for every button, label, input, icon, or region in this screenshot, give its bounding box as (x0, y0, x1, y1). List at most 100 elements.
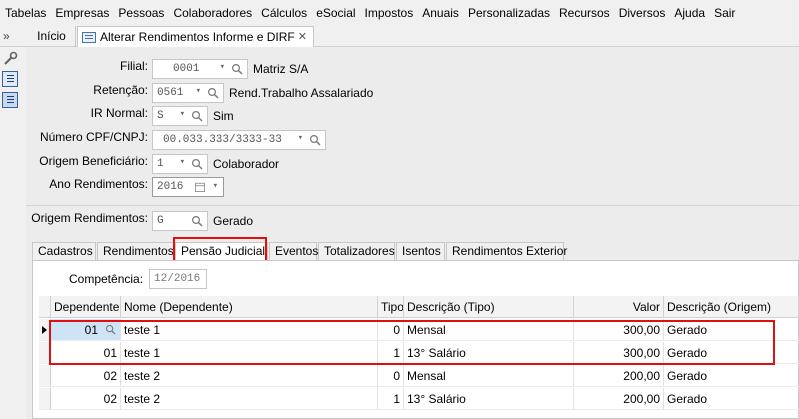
cell-nome[interactable]: teste 2 (121, 365, 378, 387)
menu-recursos[interactable]: Recursos (555, 0, 615, 26)
tab-alterar-rendimentos[interactable]: Alterar Rendimentos Informe e DIRF ✕ (77, 26, 314, 47)
calendar-icon[interactable] (195, 182, 205, 192)
col-header-nome[interactable]: Nome (Dependente) (121, 296, 378, 318)
menu-colaboradores[interactable]: Colaboradores (169, 0, 257, 26)
table-row[interactable]: 02 teste 2 1 13° Salário 200,00 Gerado (39, 388, 799, 410)
ano-rendimentos-value: 2016 (157, 181, 184, 193)
competencia-field[interactable]: 12/2016 (149, 269, 208, 289)
cell-tipo[interactable]: 1 (378, 342, 404, 364)
tab-rendimentos[interactable]: Rendimentos (97, 242, 174, 260)
menu-impostos[interactable]: Impostos (361, 0, 419, 26)
menu-empresas[interactable]: Empresas (51, 0, 114, 26)
tab-isentos[interactable]: Isentos (396, 242, 445, 260)
col-header-dependente[interactable]: Dependente (51, 296, 121, 318)
row-selector-header (39, 296, 51, 318)
menu-sair[interactable]: Sair (710, 0, 740, 26)
search-icon[interactable] (231, 63, 243, 75)
cell-descricao-tipo[interactable]: Mensal (404, 365, 574, 387)
grid-header-row: Dependente Nome (Dependente) Tipo Descri… (39, 296, 799, 318)
cell-descricao-origem[interactable]: Gerado (664, 388, 799, 410)
menu-calculos[interactable]: Cálculos (257, 0, 312, 26)
cell-tipo[interactable]: 0 (378, 319, 404, 341)
menu-bar: Tabelas Empresas Pessoas Colaboradores C… (0, 0, 799, 26)
list-view-icon[interactable] (2, 71, 18, 87)
cell-descricao-tipo[interactable]: 13° Salário (404, 342, 574, 364)
divider (26, 205, 799, 206)
menu-personalizadas[interactable]: Personalizadas (464, 0, 555, 26)
table-row[interactable]: 01 teste 1 1 13° Salário 300,00 Gerado (39, 342, 799, 364)
menu-tabelas[interactable]: Tabelas (0, 0, 51, 26)
filial-value: 0001 (173, 63, 200, 75)
cell-dependente[interactable]: 02 (51, 365, 121, 387)
cell-tipo[interactable]: 1 (378, 388, 404, 410)
pensao-judicial-panel: Competência: 12/2016 Dependente Nome (De… (32, 260, 799, 419)
origem-rendimentos-field[interactable]: G (152, 211, 208, 231)
cpf-cnpj-field[interactable]: 00.033.333/3333-33 ▾ (152, 130, 326, 150)
filial-field[interactable]: 0001 ▾ (152, 59, 248, 79)
search-icon[interactable] (191, 110, 203, 122)
cell-nome[interactable]: teste 1 (121, 342, 378, 364)
cell-dependente[interactable]: 01 (51, 342, 121, 364)
menu-esocial[interactable]: eSocial (312, 0, 360, 26)
origem-rendimentos-value: G (157, 215, 164, 227)
close-tab-icon[interactable]: ✕ (298, 27, 307, 47)
table-row[interactable]: 02 teste 2 0 Mensal 200,00 Gerado (39, 365, 799, 387)
menu-diversos[interactable]: Diversos (615, 0, 671, 26)
tab-eventos[interactable]: Eventos (269, 242, 318, 260)
search-icon[interactable] (105, 324, 116, 335)
menu-anuais[interactable]: Anuais (418, 0, 464, 26)
ir-normal-field[interactable]: S ▾ (152, 106, 208, 126)
form-view-icon[interactable] (2, 92, 18, 108)
menu-pessoas[interactable]: Pessoas (114, 0, 169, 26)
cell-descricao-origem[interactable]: Gerado (664, 319, 799, 341)
stepper-icon[interactable]: ▾ (220, 62, 225, 72)
stepper-icon[interactable]: ▾ (298, 133, 303, 143)
wrench-icon[interactable] (2, 51, 18, 67)
origem-rendimentos-label: Origem Rendimentos: (31, 211, 148, 225)
cell-tipo[interactable]: 0 (378, 365, 404, 387)
row-selector[interactable] (39, 388, 51, 410)
tab-pensao-judicial[interactable]: Pensão Judicial (175, 242, 268, 260)
col-header-descricao-tipo[interactable]: Descrição (Tipo) (404, 296, 574, 318)
menu-ajuda[interactable]: Ajuda (670, 0, 710, 26)
search-icon[interactable] (191, 215, 203, 227)
ano-rendimentos-field[interactable]: 2016 ▾ (152, 177, 224, 197)
tab-inicio[interactable]: Início (28, 26, 76, 47)
cell-descricao-origem[interactable]: Gerado (664, 365, 799, 387)
cpf-cnpj-label: Número CPF/CNPJ: (39, 130, 148, 144)
row-selector[interactable] (39, 342, 51, 364)
tab-totalizadores[interactable]: Totalizadores (318, 242, 395, 260)
cell-dependente[interactable]: 02 (51, 388, 121, 410)
search-icon[interactable] (309, 134, 321, 146)
stepper-icon[interactable]: ▾ (180, 109, 185, 119)
form-document-icon (82, 31, 96, 43)
cell-nome[interactable]: teste 1 (121, 319, 378, 341)
search-icon[interactable] (207, 87, 219, 99)
stepper-icon[interactable]: ▾ (180, 157, 185, 167)
ir-normal-value: S (157, 110, 164, 122)
cell-valor[interactable]: 300,00 (574, 319, 664, 341)
retencao-field[interactable]: 0561 ▾ (152, 83, 224, 103)
cell-descricao-tipo[interactable]: 13° Salário (404, 388, 574, 410)
col-header-valor[interactable]: Valor (574, 296, 664, 318)
collapse-panel-icon[interactable]: » (3, 26, 10, 46)
cell-valor[interactable]: 200,00 (574, 388, 664, 410)
table-row[interactable]: 01 teste 1 0 Mensal 300,00 Gerado (39, 319, 799, 341)
stepper-icon[interactable]: ▾ (196, 86, 201, 96)
col-header-descricao-origem[interactable]: Descrição (Origem) (664, 296, 799, 318)
col-header-tipo[interactable]: Tipo (378, 296, 404, 318)
stepper-icon[interactable]: ▾ (213, 181, 218, 191)
ir-normal-label: IR Normal: (90, 106, 148, 120)
row-selector[interactable] (39, 319, 51, 341)
tab-rendimentos-exterior[interactable]: Rendimentos Exterior (446, 242, 567, 260)
cell-valor[interactable]: 200,00 (574, 365, 664, 387)
row-selector[interactable] (39, 365, 51, 387)
tab-cadastros[interactable]: Cadastros (32, 242, 96, 260)
cell-descricao-origem[interactable]: Gerado (664, 342, 799, 364)
cell-dependente[interactable]: 01 (51, 319, 121, 341)
cell-nome[interactable]: teste 2 (121, 388, 378, 410)
origem-beneficiario-field[interactable]: 1 ▾ (152, 154, 208, 174)
cell-valor[interactable]: 300,00 (574, 342, 664, 364)
search-icon[interactable] (191, 158, 203, 170)
cell-descricao-tipo[interactable]: Mensal (404, 319, 574, 341)
